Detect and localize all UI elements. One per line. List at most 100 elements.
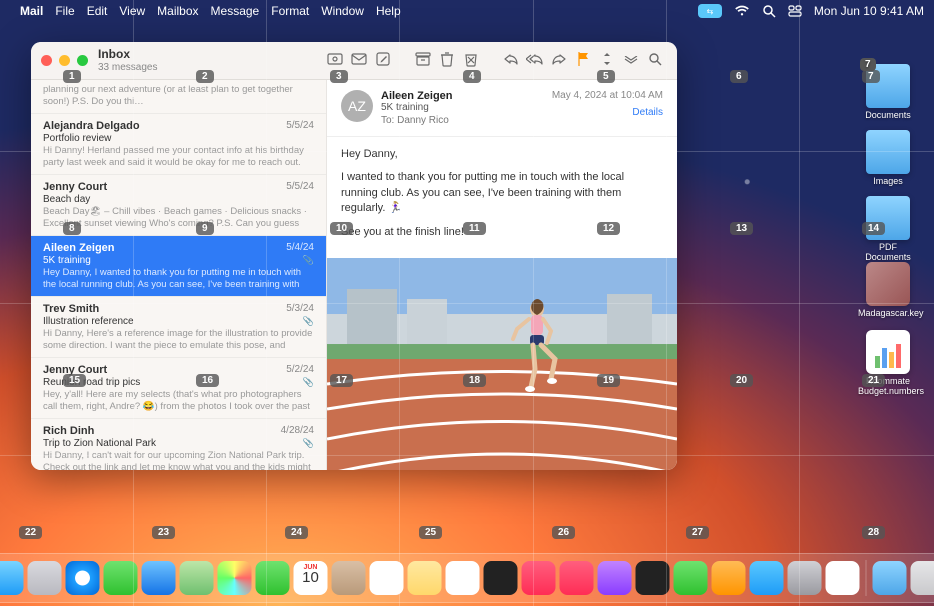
message-row[interactable]: Alejandra Delgado5/5/24Portfolio reviewH… [31, 114, 326, 175]
desktop-icon-documents[interactable]: 7Documents [858, 64, 918, 120]
message-preview: Hi Danny! Herland passed me your contact… [43, 145, 314, 168]
reply-icon[interactable] [500, 52, 522, 69]
menu-file[interactable]: File [55, 4, 74, 18]
dock-notes[interactable] [408, 561, 442, 595]
message-from: Jenny Court [43, 181, 314, 193]
dock-music[interactable] [522, 561, 556, 595]
dock-launchpad[interactable] [28, 561, 62, 595]
message-row[interactable]: Aileen Zeigen5/4/24📎5K trainingHey Danny… [31, 236, 326, 297]
desktop-icon-madagascar-key[interactable]: Madagascar.key [858, 262, 918, 318]
dock-messages[interactable] [104, 561, 138, 595]
dock-mail[interactable] [142, 561, 176, 595]
compose-icon[interactable] [372, 51, 394, 70]
app-menu[interactable]: Mail [20, 4, 43, 18]
dock-news[interactable] [560, 561, 594, 595]
titlebar: Inbox 33 messages [31, 42, 677, 80]
envelope-icon[interactable] [348, 52, 370, 69]
desktop-icon-images[interactable]: Images [858, 130, 918, 186]
dock-numbers[interactable] [674, 561, 708, 595]
close-window-button[interactable] [41, 55, 52, 66]
dock-appstore[interactable] [750, 561, 784, 595]
expand-icon[interactable] [596, 52, 618, 69]
dock-tv[interactable] [484, 561, 518, 595]
grid-cell-24: 24 [285, 526, 308, 539]
menubar: Mail File Edit View Mailbox Message Format Win… [0, 0, 934, 22]
message-row[interactable]: Jenny Court5/2/24📎Reunion road trip pics… [31, 358, 326, 419]
dock-photos[interactable] [218, 561, 252, 595]
reading-pane: AZ Aileen Zeigen 5K training To: Danny R… [327, 80, 677, 470]
search-icon[interactable] [644, 52, 666, 69]
dock-contacts[interactable] [332, 561, 366, 595]
message-row[interactable]: Jenny Court5/5/24Beach dayBeach Day🏖 – C… [31, 175, 326, 236]
archive-icon[interactable] [412, 52, 434, 69]
dock-settings[interactable] [788, 561, 822, 595]
message-date: 5/3/24 [286, 303, 314, 314]
menu-help[interactable]: Help [376, 4, 401, 18]
dock-trash[interactable] [911, 561, 934, 595]
body-paragraph: Hey Danny, [341, 147, 663, 162]
message-date: 5/5/24 [286, 120, 314, 131]
message-subject: Illustration reference [43, 316, 314, 327]
menu-format[interactable]: Format [271, 4, 309, 18]
control-center-menu-icon[interactable] [788, 5, 802, 17]
dock-facetime[interactable] [256, 561, 290, 595]
grid-cell-26: 26 [552, 526, 575, 539]
forward-icon[interactable] [548, 52, 570, 69]
message-row[interactable]: Rich Dinh4/28/24📎Trip to Zion National P… [31, 419, 326, 470]
spotlight-icon[interactable] [762, 4, 776, 18]
message-subject: Beach day [43, 194, 314, 205]
menu-edit[interactable]: Edit [87, 4, 108, 18]
message-from: Aileen Zeigen [43, 242, 314, 254]
desktop-icon-label: Documents [858, 110, 918, 120]
menu-message[interactable]: Message [211, 4, 260, 18]
message-preview: Beach Day🏖 – Chill vibes · Beach games ·… [43, 206, 314, 229]
message-list[interactable]: planning our next adventure (or at least… [31, 80, 327, 470]
dock-finder[interactable] [0, 561, 24, 595]
dock-downloads[interactable] [873, 561, 907, 595]
avatar: AZ [341, 90, 373, 122]
grid-cell-13: 13 [730, 222, 753, 235]
dock-stocks[interactable] [636, 561, 670, 595]
dock-podcasts[interactable] [598, 561, 632, 595]
message-from: Trev Smith [43, 303, 314, 315]
message-row[interactable]: Trev Smith5/3/24📎Illustration referenceH… [31, 297, 326, 358]
dock-freeform[interactable] [446, 561, 480, 595]
grid-cell-27: 27 [686, 526, 709, 539]
message-row[interactable]: planning our next adventure (or at least… [31, 80, 326, 114]
desktop-icon-pdf-documents[interactable]: PDF Documents [858, 196, 918, 262]
message-from: Alejandra Delgado [43, 120, 314, 132]
dock-calendar[interactable]: JUN10 [294, 561, 328, 595]
dock-reminders[interactable] [370, 561, 404, 595]
trash-bin-icon[interactable] [436, 51, 458, 70]
menu-view[interactable]: View [119, 4, 145, 18]
more-icon[interactable] [620, 53, 642, 69]
header-to-label: To: [381, 115, 394, 126]
message-from: Rich Dinh [43, 425, 314, 437]
desktop-icon-label: Images [858, 176, 918, 186]
dock-maps[interactable] [180, 561, 214, 595]
window-title: Inbox [98, 48, 157, 61]
dock-safari[interactable] [66, 561, 100, 595]
control-center-icon[interactable]: ⇆ [698, 4, 722, 18]
menu-window[interactable]: Window [321, 4, 364, 18]
header-from: Aileen Zeigen [381, 90, 552, 102]
grid-cell-20: 20 [730, 374, 753, 387]
dock-iphone-mirroring[interactable] [826, 561, 860, 595]
mail-window: Inbox 33 messages planning our next adve… [31, 42, 677, 470]
reply-all-icon[interactable] [524, 52, 546, 69]
envelope-outline-icon[interactable] [324, 52, 346, 69]
desktop-icon-roommate-budget-numbers[interactable]: Roommate Budget.numbers [858, 330, 918, 396]
minimize-window-button[interactable] [59, 55, 70, 66]
message-preview: Hey, y'all! Here are my selects (that's … [43, 389, 314, 412]
clock[interactable]: Mon Jun 10 9:41 AM [814, 4, 924, 18]
junk-icon[interactable] [460, 51, 482, 70]
wifi-icon[interactable] [734, 5, 750, 17]
message-attachment-image[interactable] [327, 258, 677, 470]
zoom-window-button[interactable] [77, 55, 88, 66]
dock-pages[interactable] [712, 561, 746, 595]
window-subtitle: 33 messages [98, 62, 157, 73]
message-from: Jenny Court [43, 364, 314, 376]
details-link[interactable]: Details [552, 107, 663, 118]
menu-mailbox[interactable]: Mailbox [157, 4, 198, 18]
flag-icon[interactable] [572, 51, 594, 70]
